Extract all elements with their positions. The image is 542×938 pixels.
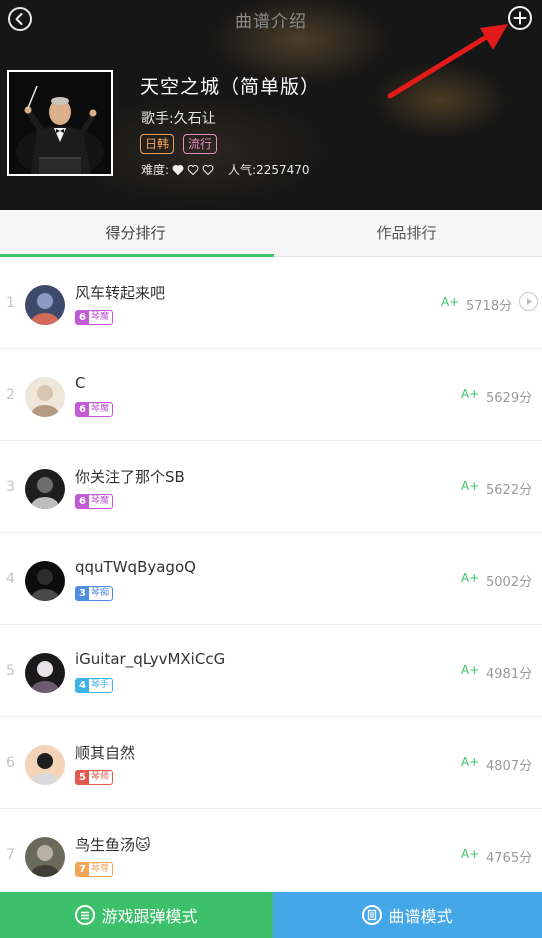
rank-row[interactable]: 6 顺其自然 5 琴师 A+ 4807分 — [0, 717, 542, 809]
grade-label: A+ — [461, 755, 480, 769]
level-badge: 6 琴魔 — [75, 402, 113, 417]
rank-row[interactable]: 5 iGuitar_qLyvMXiCcG 4 琴手 A+ 4981分 — [0, 625, 542, 717]
conductor-image-icon — [9, 72, 111, 174]
game-mode-label: 游戏跟弹模式 — [101, 907, 198, 926]
ranking-tabs: 得分排行 作品排行 — [0, 210, 542, 257]
difficulty-popularity-row: 难度: 人气:2257470 — [141, 161, 310, 178]
song-title: 天空之城（简单版） — [140, 76, 321, 98]
score-value: 5002分 — [486, 575, 533, 590]
plus-icon — [513, 11, 527, 25]
level-badge: 6 琴魔 — [75, 310, 113, 325]
user-avatar[interactable] — [25, 561, 65, 601]
rank-number: 3 — [6, 479, 15, 495]
rank-row[interactable]: 1 风车转起来吧 6 琴魔 A+ 5718分 — [0, 257, 542, 349]
rank-row[interactable]: 4 qquTWqByagoQ 3 琴痴 A+ 5002分 — [0, 533, 542, 625]
score-value: 4981分 — [486, 667, 533, 682]
level-number: 5 — [76, 771, 89, 784]
level-title: 琴尊 — [90, 864, 109, 874]
play-recording-button[interactable] — [519, 292, 538, 311]
rank-row[interactable]: 2 C 6 琴魔 A+ 5629分 — [0, 349, 542, 441]
level-title: 琴痴 — [90, 588, 109, 598]
tab-works-ranking[interactable]: 作品排行 — [271, 210, 542, 256]
user-name[interactable]: 风车转起来吧 — [75, 282, 165, 303]
rank-number: 4 — [6, 571, 15, 587]
rank-number: 1 — [6, 295, 15, 311]
genre-tag-pop[interactable]: 流行 — [183, 134, 218, 154]
rank-row[interactable]: 3 你关注了那个SB 6 琴魔 A+ 5622分 — [0, 441, 542, 533]
bottom-action-bar: 游戏跟弹模式 曲谱模式 — [0, 892, 542, 938]
difficulty-label: 难度: — [141, 163, 170, 177]
score-mode-label: 曲谱模式 — [388, 907, 453, 926]
rank-number: 7 — [6, 847, 15, 863]
user-avatar[interactable] — [25, 837, 65, 877]
level-badge: 5 琴师 — [75, 770, 113, 785]
singer-name: 歌手:久石让 — [141, 111, 216, 127]
user-avatar[interactable] — [25, 285, 65, 325]
score-value: 5622分 — [486, 483, 533, 498]
user-avatar[interactable] — [25, 469, 65, 509]
user-avatar[interactable] — [25, 377, 65, 417]
level-title: 琴师 — [90, 772, 109, 782]
sheet-music-icon — [362, 905, 383, 925]
level-badge: 6 琴魔 — [75, 494, 113, 509]
rank-number: 2 — [6, 387, 15, 403]
user-name[interactable]: qquTWqByagoQ — [75, 558, 196, 576]
user-name[interactable]: C — [75, 374, 85, 392]
grade-label: A+ — [461, 663, 480, 677]
user-name[interactable]: iGuitar_qLyvMXiCcG — [75, 650, 225, 668]
grade-label: A+ — [461, 479, 480, 493]
grade-label: A+ — [461, 387, 480, 401]
score-value: 4765分 — [486, 851, 533, 866]
tab-score-ranking[interactable]: 得分排行 — [0, 210, 271, 256]
rank-number: 6 — [6, 755, 15, 771]
level-badge: 3 琴痴 — [75, 586, 113, 601]
level-title: 琴魔 — [90, 496, 109, 506]
annotation-arrow-icon — [387, 24, 508, 99]
level-number: 7 — [76, 863, 89, 876]
game-mode-icon — [75, 905, 96, 925]
level-title: 琴魔 — [90, 404, 109, 414]
grade-label: A+ — [461, 571, 480, 585]
difficulty-hearts — [169, 164, 214, 176]
user-name[interactable]: 你关注了那个SB — [75, 466, 185, 487]
user-avatar[interactable] — [25, 653, 65, 693]
user-avatar[interactable] — [25, 745, 65, 785]
heart-filled-icon — [172, 164, 184, 175]
heart-empty-icon — [187, 164, 199, 175]
album-cover — [7, 70, 113, 176]
grade-label: A+ — [461, 847, 480, 861]
level-badge: 4 琴手 — [75, 678, 113, 693]
song-header: 曲谱介绍 天空之城（简单版） 歌手:久石让 日韩 流行 难度: 人气:22574… — [0, 0, 542, 210]
score-mode-button[interactable]: 曲谱模式 — [273, 892, 542, 938]
score-value: 4807分 — [486, 759, 533, 774]
level-number: 6 — [76, 311, 89, 324]
score-value: 5718分 — [466, 299, 513, 314]
game-mode-button[interactable]: 游戏跟弹模式 — [0, 892, 273, 938]
user-name[interactable]: 鸟生鱼汤🐱 — [75, 834, 151, 855]
rank-row[interactable]: 7 鸟生鱼汤🐱 7 琴尊 A+ 4765分 — [0, 809, 542, 901]
level-title: 琴手 — [90, 680, 109, 690]
score-value: 5629分 — [486, 391, 533, 406]
genre-tag-japan-korea[interactable]: 日韩 — [140, 134, 175, 154]
grade-label: A+ — [441, 295, 460, 309]
level-number: 3 — [76, 587, 89, 600]
level-number: 6 — [76, 403, 89, 416]
level-badge: 7 琴尊 — [75, 862, 113, 877]
level-title: 琴魔 — [90, 312, 109, 322]
level-number: 6 — [76, 495, 89, 508]
rank-number: 5 — [6, 663, 15, 679]
heart-empty-icon — [202, 164, 214, 175]
user-name[interactable]: 顺其自然 — [75, 742, 135, 763]
play-icon — [527, 298, 532, 305]
popularity-count: 人气:2257470 — [228, 163, 310, 177]
level-number: 4 — [76, 679, 89, 692]
